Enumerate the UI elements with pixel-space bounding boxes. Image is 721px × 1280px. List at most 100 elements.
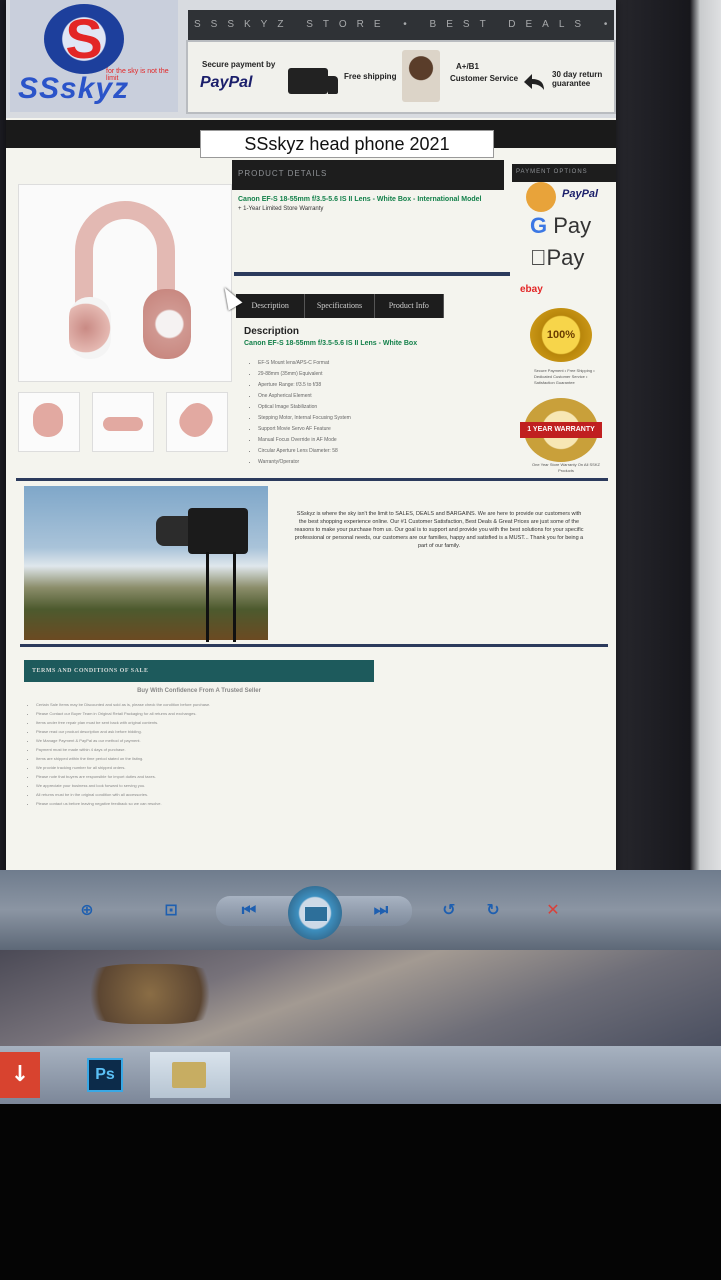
- list-item: Stepping Motor, Internal Focusing System: [258, 413, 508, 424]
- list-item: 29-88mm (35mm) Equivalent: [258, 369, 508, 380]
- list-item: Items under free repair plan must be sen…: [36, 718, 366, 727]
- sidebar-header: PAYMENT OPTIONS: [512, 164, 616, 182]
- tab-specifications[interactable]: Specifications: [305, 294, 375, 318]
- ebay-logo: ebay: [520, 284, 543, 295]
- list-item: We provide tracking number for all shipp…: [36, 763, 366, 772]
- product-title-box: SSskyz head phone 2021: [200, 130, 494, 158]
- truck-icon: [288, 68, 338, 94]
- list-item: Please Contact our Buyer Team in Origina…: [36, 709, 366, 718]
- apple-pay-logo: Pay: [530, 246, 584, 270]
- thumbnail-3[interactable]: [166, 392, 228, 452]
- google-g-icon: G: [530, 213, 548, 238]
- description-heading: Description: [244, 326, 300, 337]
- sidebar-header-text: PAYMENT OPTIONS: [516, 169, 588, 175]
- tripod: [206, 552, 236, 642]
- sidebar-paypal-logo: PayPal: [562, 188, 599, 200]
- product-name: Canon EF-S 18-55mm f/3.5-5.6 IS II Lens …: [238, 196, 482, 203]
- fit-to-window-icon[interactable]: ⊡: [156, 898, 186, 922]
- site-header: S for the sky is not the limit SSskyz SS…: [6, 0, 616, 118]
- list-item: Items are shipped within the time period…: [36, 754, 366, 763]
- next-icon[interactable]: ⏭: [366, 898, 396, 922]
- google-pay-logo: G Pay: [530, 214, 591, 238]
- secure-payment-label: Secure payment by: [202, 60, 276, 69]
- tab-product-info[interactable]: Product Info: [375, 294, 444, 318]
- photo-viewer-toolbar: ⊕ ⊡ ⏮ ⏭ ↺ ↻ ✕: [0, 870, 721, 950]
- guarantee-text: 100%: [546, 329, 576, 341]
- warranty-text: 1 YEAR WARRANTY: [520, 422, 602, 438]
- terms-title: Buy With Confidence From A Trusted Selle…: [137, 688, 261, 694]
- product-info-header: PRODUCT DETAILS: [232, 160, 504, 190]
- top-banner-text: SSSKYZ STORE • BEST DEALS • BARGAINS: [194, 19, 614, 30]
- description-subheading: Canon EF-S 18-55mm f/3.5-5.6 IS II Lens …: [244, 340, 418, 347]
- thumbnail-2[interactable]: [92, 392, 154, 452]
- headphone-cup-left: [69, 297, 111, 359]
- desktop-wallpaper: [0, 950, 721, 1046]
- section-separator: [234, 272, 510, 276]
- list-item: Please read our product description and …: [36, 727, 366, 736]
- product-title: SSskyz head phone 2021: [244, 134, 450, 154]
- download-app-icon[interactable]: ↓: [0, 1052, 40, 1098]
- returns-label: 30 day return guarantee: [552, 70, 603, 88]
- guarantee-note: Secure Payment • Free Shipping • Dedicat…: [534, 368, 595, 385]
- folder-icon: [172, 1062, 206, 1088]
- rotate-counterclockwise-icon[interactable]: ↺: [434, 898, 464, 922]
- slideshow-icon: [304, 906, 328, 922]
- slideshow-button[interactable]: [288, 886, 342, 940]
- list-item: Please note that buyers are responsible …: [36, 772, 366, 781]
- list-item: Payment must be made within 4 days of pu…: [36, 745, 366, 754]
- logo-emblem: S: [44, 4, 124, 74]
- list-item: One Aspherical Element: [258, 391, 508, 402]
- site-logo[interactable]: S for the sky is not the limit SSskyz: [10, 0, 178, 112]
- tab-description[interactable]: Description: [236, 294, 306, 318]
- product-tabs: Description Specifications Product Info: [236, 294, 444, 318]
- list-item: All returns must be in the original cond…: [36, 790, 366, 799]
- list-item: We appreciate your business and look for…: [36, 781, 366, 790]
- coin-icon: [526, 182, 556, 212]
- product-subtitle: + 1-Year Limited Store Warranty: [238, 206, 324, 212]
- list-item: Please contact us before leaving negativ…: [36, 799, 366, 808]
- guarantee-medal-icon: 100%: [530, 308, 592, 362]
- list-item: Optical Image Stabilization: [258, 402, 508, 413]
- free-shipping-label: Free shipping: [344, 72, 397, 81]
- wallpaper-rock: [70, 964, 230, 1024]
- trust-bar: Secure payment by PayPal Free shipping A…: [186, 40, 616, 114]
- phone-photo-border: [0, 1104, 721, 1280]
- terms-header-text: TERMS AND CONDITIONS OF SALE: [32, 668, 149, 674]
- list-item: Certain Sale Items may be Discounted and…: [36, 700, 366, 709]
- terms-list: Certain Sale Items may be Discounted and…: [30, 700, 366, 808]
- list-item: Manual Focus Override in AF Mode: [258, 435, 508, 446]
- feature-list: EF-S Mount lens/APS-C Format 29-88mm (35…: [250, 358, 508, 468]
- top-banner: SSSKYZ STORE • BEST DEALS • BARGAINS: [188, 10, 614, 40]
- file-explorer-app[interactable]: [150, 1052, 230, 1098]
- customer-service-label: Customer Service: [450, 74, 519, 83]
- paypal-logo: PayPal: [200, 74, 253, 91]
- warranty-note: One Year Store Warranty On All SSKZ Prod…: [532, 462, 600, 473]
- list-item: EF-S Mount lens/APS-C Format: [258, 358, 508, 369]
- return-icon: [524, 74, 544, 90]
- list-item: Circular Aperture Lens Diameter: 58: [258, 446, 508, 457]
- list-item: Warranty/Operator: [258, 457, 508, 468]
- logo-wordmark: SSskyz: [18, 72, 130, 105]
- taskbar: ↓ Ps: [0, 1046, 721, 1104]
- main-product-image[interactable]: [18, 184, 232, 382]
- list-item: Aperture Range: f/3.5 to f/38: [258, 380, 508, 391]
- delete-icon[interactable]: ✕: [538, 898, 568, 922]
- previous-icon[interactable]: ⏮: [234, 898, 264, 922]
- support-agent-avatar: [402, 50, 440, 102]
- payment-sidebar: PAYMENT OPTIONS PayPal G Pay Pay ebay 1…: [512, 160, 616, 480]
- terms-header: TERMS AND CONDITIONS OF SALE: [24, 660, 374, 682]
- list-item: Support Movie Servo AF Feature: [258, 424, 508, 435]
- photoshop-icon: Ps: [87, 1058, 123, 1092]
- thumbnail-strip: [18, 392, 230, 452]
- service-rating: A+/B1: [456, 62, 479, 71]
- web-page: S for the sky is not the limit SSskyz SS…: [6, 0, 616, 880]
- camera-banner-image: [24, 486, 268, 642]
- photoshop-app[interactable]: Ps: [84, 1052, 126, 1098]
- thumbnail-1[interactable]: [18, 392, 80, 452]
- warranty-badge-icon: 1 YEAR WARRANTY: [520, 398, 602, 462]
- camera-body: [188, 508, 248, 554]
- google-pay-text: Pay: [553, 213, 592, 238]
- about-text: SSskyz is where the sky isn't the limit …: [294, 511, 584, 549]
- zoom-icon[interactable]: ⊕: [72, 898, 102, 922]
- rotate-clockwise-icon[interactable]: ↻: [478, 898, 508, 922]
